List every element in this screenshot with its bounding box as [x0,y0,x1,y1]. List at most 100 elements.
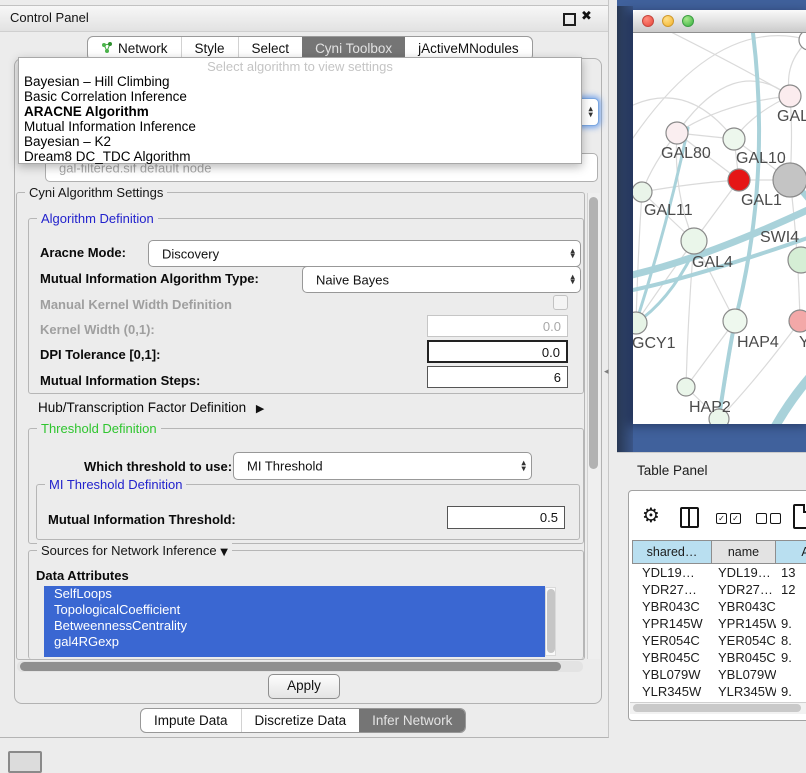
kernel-width-label: Kernel Width (0,1): [40,322,155,337]
node-label: SWI4 [760,229,799,247]
mi-steps-field[interactable]: 6 [427,366,568,388]
stepper-icons: ▲▼ [588,107,593,118]
algorithm-dropdown-list: Select algorithm to view settings Bayesi… [18,57,582,164]
table-cell: YDL19… [632,564,712,581]
cyni-bottom-tabs: Impute Data Discretize Data Infer Networ… [140,708,466,733]
group-title: Cyni Algorithm Settings [25,185,167,200]
attribute-list-item[interactable]: TopologicalCoefficient [44,602,545,618]
table-row[interactable]: YBR043CYBR043C [632,598,806,615]
gear-icon[interactable]: ⚙ [642,503,660,527]
data-attributes-list[interactable]: SelfLoopsTopologicalCoefficientBetweenne… [44,586,545,657]
column-header[interactable]: A [776,540,806,564]
panel-splitter-handle[interactable]: ◂ [604,367,609,377]
apply-button[interactable]: Apply [268,674,340,699]
document-icon[interactable] [793,504,806,529]
table-cell: YER054C [712,632,776,649]
network-node[interactable] [723,128,745,150]
table-row[interactable]: YBR045CYBR045C9. [632,649,806,666]
network-node[interactable] [677,378,695,396]
aracne-mode-label: Aracne Mode: [40,245,126,260]
table-row[interactable]: YPR145WYPR145W9. [632,615,806,632]
table-cell [776,666,806,683]
mi-threshold-field[interactable]: 0.5 [447,506,565,529]
algorithm-option[interactable]: Mutual Information Inference [19,119,581,134]
tab-discretize-data[interactable]: Discretize Data [241,709,360,732]
network-node[interactable] [788,247,806,273]
network-node[interactable] [799,33,806,50]
close-icon[interactable]: ✖ [581,9,592,24]
table-cell: 9. [776,615,806,632]
algorithm-option[interactable]: Bayesian – K2 [19,134,581,149]
zoom-traffic-light-icon[interactable] [682,15,694,27]
attribute-list-item[interactable]: SelfLoops [44,586,545,602]
kernel-width-field[interactable]: 0.0 [427,315,568,337]
table-horizontal-scrollbar-thumb[interactable] [633,704,801,712]
table-row[interactable]: YDL19…YDL19…13 [632,564,806,581]
network-node[interactable] [723,309,747,333]
table-cell: YPR145W [632,615,712,632]
data-attributes-label: Data Attributes [36,568,129,583]
stepper-icons: ▲▼ [570,248,575,259]
network-node[interactable] [681,228,707,254]
network-view-window[interactable]: GAL7GAL80GAL10GAL1GAL11SWI4GAL4GCY1HAP4Y… [633,10,806,424]
minimized-panel-button[interactable] [8,751,42,773]
network-node[interactable] [728,169,750,191]
float-window-icon[interactable] [563,13,576,26]
network-node[interactable] [633,182,652,202]
mi-steps-label: Mutual Information Steps: [40,373,200,388]
algorithm-option[interactable]: Bayesian – Hill Climbing [19,74,581,89]
node-label: GCY1 [633,335,676,353]
deselect-all-icon[interactable] [770,513,781,524]
table-row[interactable]: YBL079WYBL079W [632,666,806,683]
select-all-check-icon[interactable]: ✓ [730,513,741,524]
close-traffic-light-icon[interactable] [642,15,654,27]
minimize-traffic-light-icon[interactable] [662,15,674,27]
table-row[interactable]: YLR345WYLR345W9. [632,683,806,700]
network-window-titlebar[interactable] [633,10,806,33]
stepper-icons: ▲▼ [521,461,526,472]
network-node[interactable] [779,85,801,107]
deselect-all-icon[interactable] [756,513,767,524]
network-node[interactable] [666,122,688,144]
table-cell: YDL19… [712,564,776,581]
attribute-list-item[interactable]: BetweennessCentrality [44,618,545,634]
column-header-shared-name[interactable]: shared… [632,540,712,564]
algorithm-option[interactable]: Basic Correlation Inference [19,89,581,104]
column-header-name[interactable]: name [712,540,776,564]
settings-vertical-scrollbar-thumb[interactable] [589,197,598,469]
which-threshold-combobox[interactable]: MI Threshold ▲▼ [233,452,532,480]
aracne-mode-combobox[interactable]: Discovery ▲▼ [148,240,581,267]
settings-horizontal-scrollbar-thumb[interactable] [20,662,561,671]
group-title: Algorithm Definition [37,211,158,226]
network-canvas[interactable]: GAL7GAL80GAL10GAL1GAL11SWI4GAL4GCY1HAP4Y… [633,33,806,424]
algorithm-option[interactable]: Dream8 DC_TDC Algorithm [19,149,581,164]
attributes-scrollbar-thumb[interactable] [547,589,555,653]
network-area-shadow [617,6,633,452]
network-node[interactable] [789,310,806,332]
table-cell: 8. [776,632,806,649]
table-row[interactable]: YDR27…YDR27…12 [632,581,806,598]
table-cell: 12 [776,581,806,598]
manual-kernel-checkbox[interactable] [553,295,568,310]
tab-impute-data[interactable]: Impute Data [141,709,241,732]
tab-infer-network[interactable]: Infer Network [359,709,465,732]
dpi-tolerance-field[interactable]: 0.0 [427,340,568,363]
panel-title: Control Panel [10,10,89,25]
algorithm-option[interactable]: ARACNE Algorithm [19,104,581,119]
table-cell: YBR043C [632,598,712,615]
attribute-list-item[interactable]: gal4RGexp [44,634,545,650]
hub-definition-toggle[interactable]: Hub/Transcription Factor Definition ▶ [38,400,264,415]
node-label: HAP4 [737,334,779,352]
node-label: GAL4 [692,254,733,272]
tab-label: Network [118,41,168,56]
group-title: MI Threshold Definition [45,477,186,492]
table-cell: 9. [776,683,806,700]
mi-type-label: Mutual Information Algorithm Type: [40,271,259,286]
sources-toggle[interactable]: Sources for Network Inference ▼ [37,543,232,558]
columns-icon[interactable] [680,507,699,528]
table-row[interactable]: YER054CYER054C8. [632,632,806,649]
mi-type-combobox[interactable]: Naive Bayes ▲▼ [302,266,581,293]
table-window: ⚙ ✓ ✓ shared… name A YDL19…YDL19…13YDR27… [628,490,806,721]
table-cell: YLR345W [712,683,776,700]
select-all-check-icon[interactable]: ✓ [716,513,727,524]
